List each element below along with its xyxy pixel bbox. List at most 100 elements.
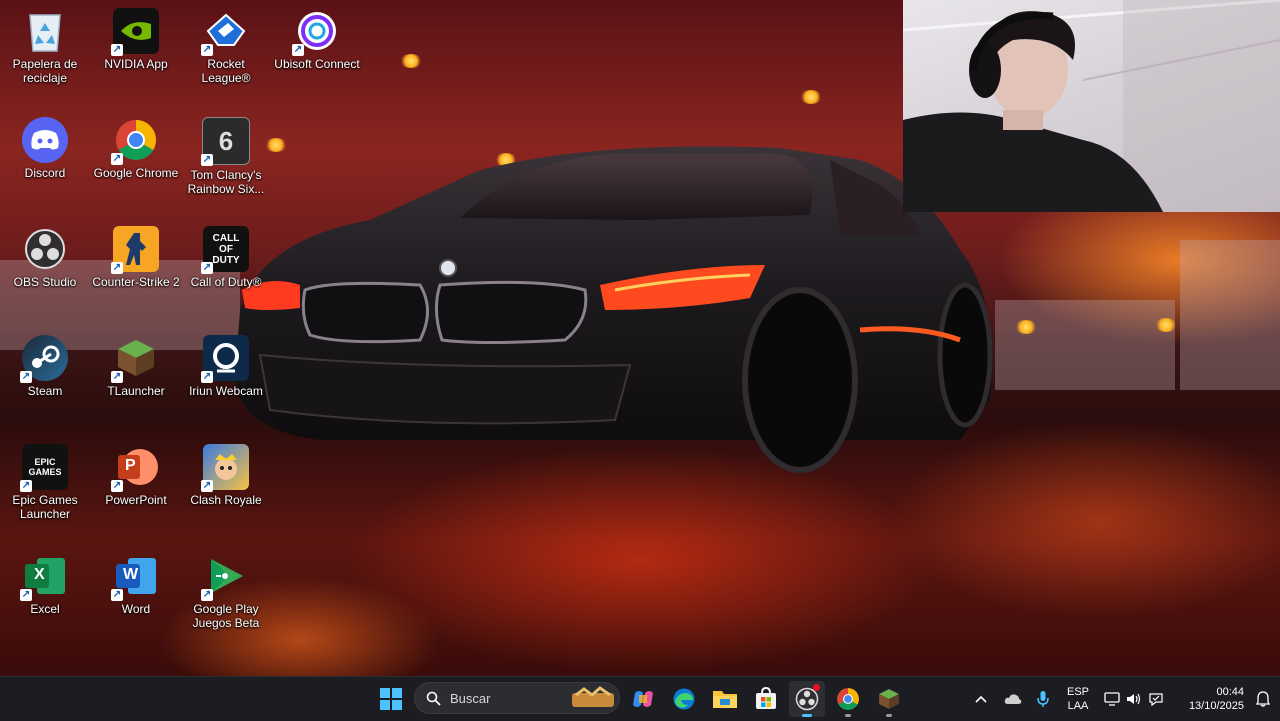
shortcut-arrow-icon: ↗ (111, 371, 123, 383)
desktop-icon-epic-games[interactable]: EPIC GAMES ↗ Epic Games Launcher (1, 438, 89, 538)
input-language-button[interactable]: ESP LAA (1060, 681, 1096, 717)
copilot-button[interactable] (625, 681, 661, 717)
windows-logo-icon (380, 688, 402, 710)
microsoft-store-button[interactable] (748, 681, 784, 717)
desktop-icon-label: TLauncher (107, 384, 165, 398)
desktop-icon-excel[interactable]: X ↗ Excel (1, 547, 89, 647)
ppt-letter: P (125, 457, 136, 474)
desktop-icon-tlauncher[interactable]: ↗ TLauncher (92, 329, 180, 429)
clock-date-button[interactable]: 00:44 13/10/2025 (1172, 681, 1250, 717)
desktop-icon-label: Clash Royale (190, 493, 262, 507)
steam-icon: ↗ (20, 335, 68, 383)
desktop-icon-powerpoint[interactable]: P ↗ PowerPoint (92, 438, 180, 538)
onedrive-cloud-icon (1004, 694, 1022, 704)
desktop-icon-label: Google Play Juegos Beta (192, 602, 260, 630)
desktop-icon-nvidia-app[interactable]: ↗ NVIDIA App (92, 2, 180, 102)
file-explorer-icon (713, 691, 737, 708)
shortcut-arrow-icon: ↗ (201, 589, 213, 601)
desktop-icon-label: Epic Games Launcher (12, 493, 78, 521)
desktop-icon-call-of-duty[interactable]: CALL OF DUTY ↗ Call of Duty® (182, 220, 270, 320)
minecraft-taskbar-button[interactable] (871, 681, 907, 717)
desktop-icon-discord[interactable]: Discord (1, 111, 89, 211)
obs-taskbar-button[interactable] (789, 681, 825, 717)
desktop-icon-obs-studio[interactable]: OBS Studio (1, 220, 89, 320)
epic-logo-text: EPIC GAMES (28, 457, 62, 477)
volume-icon (1127, 693, 1141, 705)
show-hidden-icons-button[interactable] (966, 681, 996, 717)
desktop-icon-google-play-games[interactable]: ↗ Google Play Juegos Beta (182, 547, 270, 647)
iriun-webcam-icon: ↗ (201, 335, 249, 383)
running-indicator (845, 714, 851, 717)
notifications-button[interactable] (1250, 681, 1276, 717)
desktop-icon-label: Papelera de reciclaje (12, 57, 78, 85)
recording-dot-icon (813, 684, 820, 691)
tlauncher-icon: ↗ (111, 335, 159, 383)
shortcut-arrow-icon: ↗ (111, 589, 123, 601)
shortcut-arrow-icon: ↗ (20, 589, 32, 601)
desktop-icon-label: Google Chrome (93, 166, 179, 180)
desktop-icon-label: Discord (24, 166, 66, 180)
wallpaper-building (1180, 240, 1280, 390)
network-monitor-icon (1104, 692, 1120, 706)
edge-button[interactable] (666, 681, 702, 717)
desktop-icon-label: Excel (30, 602, 60, 616)
desktop-icon-label: Steam (27, 384, 63, 398)
desktop-icon-label: Rocket League® (201, 57, 251, 85)
word-letter: W (123, 566, 139, 583)
desktop-icon-steam[interactable]: ↗ Steam (1, 329, 89, 429)
desktop-icon-ubisoft-connect[interactable]: ↗ Ubisoft Connect (273, 2, 361, 102)
language-code: ESP (1066, 686, 1089, 698)
desktop-icon-label: Tom Clancy's Rainbow Six... (187, 168, 265, 196)
desktop-icon-label: Call of Duty® (190, 275, 262, 289)
excel-icon: X ↗ (20, 553, 68, 601)
shortcut-arrow-icon: ↗ (292, 44, 304, 56)
shortcut-arrow-icon: ↗ (111, 262, 123, 274)
desktop-icon-recycle-bin[interactable]: Papelera de reciclaje (1, 2, 89, 102)
recycle-bin-icon (22, 8, 68, 54)
desktop-icon-label: OBS Studio (13, 275, 77, 289)
clock-date: 13/10/2025 (1188, 700, 1244, 712)
chevron-up-icon (975, 695, 987, 703)
shortcut-arrow-icon: ↗ (111, 153, 123, 165)
shortcut-arrow-icon: ↗ (201, 44, 213, 56)
desktop-icon-word[interactable]: W ↗ Word (92, 547, 180, 647)
clock-time: 00:44 (1216, 686, 1244, 698)
taskbar-search-box[interactable]: Buscar (414, 682, 620, 714)
shortcut-arrow-icon: ↗ (111, 480, 123, 492)
chrome-icon: ↗ (111, 117, 159, 165)
chrome-taskbar-icon (837, 688, 859, 710)
discord-icon (22, 117, 68, 163)
onedrive-button[interactable] (998, 681, 1028, 717)
desktop-icon-label: Word (121, 602, 151, 616)
desktop-icon-iriun-webcam[interactable]: ↗ Iriun Webcam (182, 329, 270, 429)
shortcut-arrow-icon: ↗ (20, 371, 32, 383)
edge-icon (673, 688, 695, 710)
notification-bell-icon (1256, 691, 1270, 707)
file-explorer-button[interactable] (707, 681, 743, 717)
wallpaper-lamp (400, 54, 422, 68)
word-icon: W ↗ (111, 553, 159, 601)
start-button[interactable] (373, 681, 409, 717)
microphone-button[interactable] (1028, 681, 1058, 717)
chrome-taskbar-button[interactable] (830, 681, 866, 717)
shortcut-arrow-icon: ↗ (201, 480, 213, 492)
desktop-icon-clash-royale[interactable]: ↗ Clash Royale (182, 438, 270, 538)
desktop-icon-google-chrome[interactable]: ↗ Google Chrome (92, 111, 180, 211)
desktop-icon-rocket-league[interactable]: ↗ Rocket League® (182, 2, 270, 102)
rainbow-six-icon: 6 ↗ (201, 117, 250, 166)
counter-strike-icon: ↗ (111, 226, 159, 274)
desktop-icon-label: Ubisoft Connect (274, 57, 360, 71)
active-indicator (802, 714, 812, 717)
microsoft-store-icon (756, 687, 776, 709)
ubisoft-icon: ↗ (292, 8, 340, 56)
obs-icon (22, 226, 68, 272)
quick-settings-button[interactable] (1100, 681, 1166, 717)
cod-logo-text: CALL OF DUTY (212, 232, 240, 266)
shortcut-arrow-icon: ↗ (201, 371, 213, 383)
search-placeholder: Buscar (450, 691, 491, 706)
desktop-icon-counter-strike-2[interactable]: ↗ Counter-Strike 2 (92, 220, 180, 320)
wallpaper-lamp (1155, 318, 1177, 332)
search-icon (426, 691, 441, 706)
desktop-icon-label: Counter-Strike 2 (92, 275, 180, 289)
desktop-icon-rainbow-six[interactable]: 6 ↗ Tom Clancy's Rainbow Six... (182, 111, 270, 211)
